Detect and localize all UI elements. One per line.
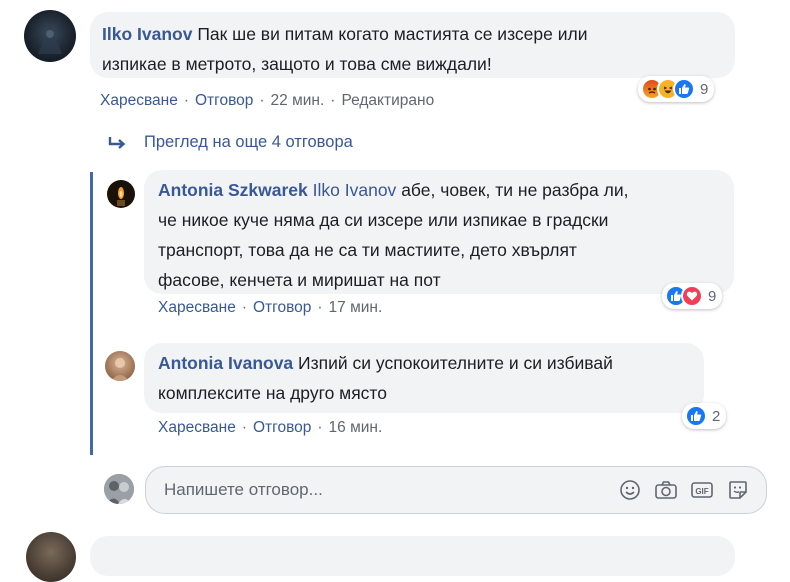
timestamp[interactable]: 16 мин. <box>329 419 383 436</box>
separator-dot: · <box>241 419 247 436</box>
like-link[interactable]: Харесване <box>158 299 236 316</box>
reply-arrow-icon <box>108 135 144 151</box>
reply-bubble: Antonia Szkwarek Ilko Ivanov абе, човек,… <box>144 170 734 294</box>
comment-text-line: изпикае в метрото, защото и това сме виж… <box>102 54 492 74</box>
comment-actions: Харесване · Отговор · 22 мин. · Редактирано <box>100 92 434 110</box>
separator-dot: · <box>317 419 323 436</box>
edited-link[interactable]: Редактирано <box>341 92 434 109</box>
avatar[interactable] <box>105 351 135 381</box>
reactions-summary[interactable]: 9 <box>638 76 715 102</box>
comment-bubble: Ilko Ivanov Пак ше ви питам когато масти… <box>90 12 735 78</box>
gif-icon[interactable]: GIF <box>688 476 716 504</box>
avatar[interactable] <box>107 180 135 208</box>
reply-link[interactable]: Отговор <box>253 419 311 436</box>
reply-link[interactable]: Отговор <box>195 92 253 109</box>
comment-bubble <box>90 536 735 576</box>
reply-bubble: Antonia Ivanova Изпий си успокоителните … <box>144 343 704 413</box>
reply-actions: Харесване · Отговор · 16 мин. <box>158 419 382 437</box>
mention-link[interactable]: Ilko Ivanov <box>313 180 397 200</box>
separator-dot: · <box>241 299 247 316</box>
reaction-count: 9 <box>708 287 717 305</box>
reply-text-line: комплексите на друго място <box>158 383 387 403</box>
reply-input[interactable] <box>146 480 616 500</box>
reply-text-line: фасове, кенчета и миришат на пот <box>158 270 441 290</box>
reply-text-line: транспорт, това да не са ти мастиите, де… <box>158 240 577 260</box>
like-link[interactable]: Харесване <box>158 419 236 436</box>
reactions-summary[interactable]: 2 <box>682 403 727 429</box>
separator-dot: · <box>183 92 189 109</box>
like-icon <box>685 405 707 427</box>
separator-dot: · <box>330 92 336 109</box>
like-icon <box>673 78 695 100</box>
view-more-replies[interactable]: Преглед на още 4 отговора <box>108 133 353 152</box>
camera-icon[interactable] <box>652 476 680 504</box>
sticker-icon[interactable] <box>724 476 752 504</box>
timestamp[interactable]: 17 мин. <box>329 299 383 316</box>
reply-text-line: че никое куче няма да си изсере или изпи… <box>158 210 609 230</box>
reply-box: GIF <box>145 466 767 514</box>
separator-dot: · <box>259 92 265 109</box>
comment-author[interactable]: Ilko Ivanov <box>102 24 192 44</box>
thread-indicator-line <box>90 172 93 455</box>
reaction-count: 9 <box>700 80 709 98</box>
reaction-count: 2 <box>712 407 721 425</box>
reply-text: абе, човек, ти не разбра ли, <box>401 180 629 200</box>
separator-dot: · <box>317 299 323 316</box>
reply-link[interactable]: Отговор <box>253 299 311 316</box>
love-icon <box>681 285 703 307</box>
reply-author[interactable]: Antonia Szkwarek <box>158 180 308 200</box>
emoji-icon[interactable] <box>616 476 644 504</box>
comment-text: Пак ше ви питам когато мастията се изсер… <box>197 24 588 44</box>
like-link[interactable]: Харесване <box>100 92 178 109</box>
reply-text: Изпий си успокоителните и си избивай <box>298 353 613 373</box>
current-user-avatar[interactable] <box>104 474 134 504</box>
reactions-summary[interactable]: 9 <box>662 283 723 309</box>
avatar[interactable] <box>26 532 76 582</box>
svg-text:GIF: GIF <box>695 487 708 496</box>
reply-author[interactable]: Antonia Ivanova <box>158 353 293 373</box>
reply-actions: Харесване · Отговор · 17 мин. <box>158 299 382 317</box>
timestamp[interactable]: 22 мин. <box>271 92 325 109</box>
avatar[interactable] <box>24 10 76 62</box>
view-more-replies-label: Преглед на още 4 отговора <box>144 133 353 151</box>
